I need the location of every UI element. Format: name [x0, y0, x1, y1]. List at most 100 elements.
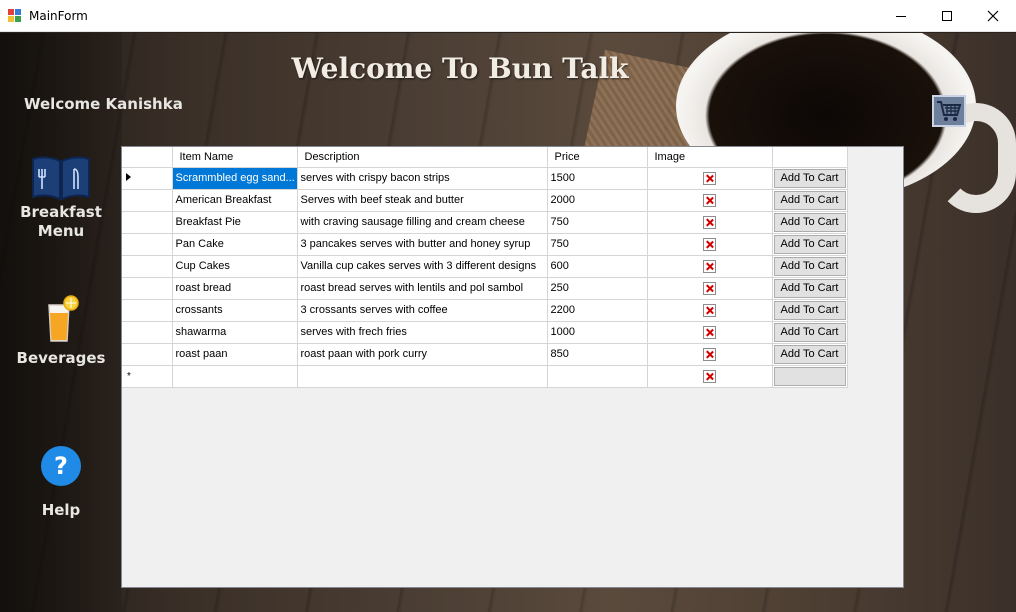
column-header-add-to-cart[interactable] [772, 147, 848, 168]
add-to-cart-button[interactable]: Add To Cart [773, 234, 846, 254]
cell-description[interactable]: serves with crispy bacon strips [297, 167, 548, 190]
cell-description[interactable]: 3 pancakes serves with butter and honey … [297, 233, 548, 256]
table-header-row: Item Name Description Price Image [122, 147, 848, 168]
cell-add-to-cart: Add To Cart [772, 255, 848, 278]
row-header[interactable] [122, 277, 173, 300]
cell-item-name[interactable]: Scrammbled egg sand... [172, 167, 298, 190]
cell-price[interactable]: 750 [547, 211, 648, 234]
cell-price[interactable]: 2000 [547, 189, 648, 212]
cell-image[interactable] [647, 211, 773, 234]
svg-text:?: ? [54, 452, 68, 480]
table-row[interactable]: crossants 3 crossants serves with coffee 2… [122, 299, 848, 322]
table-row[interactable]: roast bread roast bread serves with lenti… [122, 277, 848, 300]
cell-description[interactable]: 3 crossants serves with coffee [297, 299, 548, 322]
cell-add-to-cart: Add To Cart [772, 167, 848, 190]
cell-description[interactable]: Vanilla cup cakes serves with 3 differen… [297, 255, 548, 278]
row-header[interactable] [122, 255, 173, 278]
new-row[interactable]: * [122, 365, 848, 388]
cell-description[interactable]: with craving sausage filling and cream c… [297, 211, 548, 234]
add-to-cart-button[interactable]: Add To Cart [773, 344, 846, 364]
cell-description[interactable]: roast paan with pork curry [297, 343, 548, 366]
row-header[interactable] [122, 299, 173, 322]
cell-image[interactable] [647, 233, 773, 256]
add-to-cart-button[interactable]: Add To Cart [773, 256, 846, 276]
welcome-user-label: Welcome Kanishka [24, 95, 183, 113]
minimize-icon [896, 16, 906, 17]
cell-image[interactable] [647, 189, 773, 212]
close-button[interactable] [970, 0, 1016, 32]
cell-price[interactable]: 750 [547, 233, 648, 256]
minimize-button[interactable] [878, 0, 924, 32]
cart-button[interactable] [932, 95, 966, 127]
table-row[interactable]: Cup Cakes Vanilla cup cakes serves with 3… [122, 255, 848, 278]
maximize-button[interactable] [924, 0, 970, 32]
sidebar-item-beverages[interactable]: Beverages [0, 295, 122, 367]
cell-image[interactable] [647, 365, 773, 388]
row-header[interactable]: * [122, 365, 173, 388]
cell-image[interactable] [647, 299, 773, 322]
column-header-image[interactable]: Image [647, 147, 773, 168]
menu-data-grid[interactable]: Item Name Description Price Image Scramm… [121, 146, 904, 588]
add-to-cart-button[interactable]: Add To Cart [773, 212, 846, 232]
cell-description[interactable] [297, 365, 548, 388]
sidebar-item-breakfast-menu[interactable]: Breakfast Menu [0, 155, 122, 241]
add-to-cart-button[interactable]: Add To Cart [773, 278, 846, 298]
cell-image[interactable] [647, 321, 773, 344]
current-row-arrow-icon [126, 173, 131, 181]
cell-image[interactable] [647, 277, 773, 300]
cell-image[interactable] [647, 167, 773, 190]
column-header-description[interactable]: Description [297, 147, 548, 168]
cell-price[interactable]: 600 [547, 255, 648, 278]
table-row[interactable]: Breakfast Pie with craving sausage fillin… [122, 211, 848, 234]
cell-item-name[interactable] [172, 365, 298, 388]
close-icon [987, 10, 999, 22]
table-row[interactable]: Pan Cake 3 pancakes serves with butter an… [122, 233, 848, 256]
add-to-cart-button[interactable] [773, 366, 846, 386]
sidebar-item-help[interactable]: ? Help [0, 445, 122, 519]
table-row[interactable]: Scrammbled egg sand... serves with crispy… [122, 167, 848, 190]
cell-image[interactable] [647, 343, 773, 366]
cell-add-to-cart: Add To Cart [772, 343, 848, 366]
cell-item-name[interactable]: Pan Cake [172, 233, 298, 256]
add-to-cart-button[interactable]: Add To Cart [773, 322, 846, 342]
cell-item-name[interactable]: roast bread [172, 277, 298, 300]
welcome-title: Welcome To Bun Talk [291, 52, 629, 85]
cell-price[interactable]: 250 [547, 277, 648, 300]
table-row[interactable]: American Breakfast Serves with beef steak… [122, 189, 848, 212]
add-to-cart-button[interactable]: Add To Cart [773, 190, 846, 210]
cell-item-name[interactable]: Cup Cakes [172, 255, 298, 278]
column-header-price[interactable]: Price [547, 147, 648, 168]
add-to-cart-button[interactable]: Add To Cart [773, 168, 846, 188]
row-header[interactable] [122, 343, 173, 366]
broken-image-icon [703, 303, 716, 317]
cell-item-name[interactable]: shawarma [172, 321, 298, 344]
cell-image[interactable] [647, 255, 773, 278]
cell-price[interactable]: 1500 [547, 167, 648, 190]
cell-item-name[interactable]: roast paan [172, 343, 298, 366]
cell-description[interactable]: serves with frech fries [297, 321, 548, 344]
cell-add-to-cart: Add To Cart [772, 233, 848, 256]
cell-add-to-cart: Add To Cart [772, 321, 848, 344]
cell-description[interactable]: Serves with beef steak and butter [297, 189, 548, 212]
cell-item-name[interactable]: American Breakfast [172, 189, 298, 212]
cell-item-name[interactable]: crossants [172, 299, 298, 322]
sidebar-item-label: Help [41, 501, 81, 519]
add-to-cart-button[interactable]: Add To Cart [773, 300, 846, 320]
cell-price[interactable] [547, 365, 648, 388]
row-header[interactable] [122, 211, 173, 234]
table-row[interactable]: shawarma serves with frech fries 1000 Add T… [122, 321, 848, 344]
row-header[interactable] [122, 189, 173, 212]
row-header[interactable] [122, 321, 173, 344]
broken-image-icon [703, 215, 716, 229]
row-header[interactable] [122, 233, 173, 256]
cell-price[interactable]: 2200 [547, 299, 648, 322]
column-header-item-name[interactable]: Item Name [172, 147, 298, 168]
cell-item-name[interactable]: Breakfast Pie [172, 211, 298, 234]
broken-image-icon [703, 325, 716, 339]
cell-description[interactable]: roast bread serves with lentils and pol … [297, 277, 548, 300]
cell-price[interactable]: 850 [547, 343, 648, 366]
cell-add-to-cart: Add To Cart [772, 211, 848, 234]
table-row[interactable]: roast paan roast paan with pork curry 850 A… [122, 343, 848, 366]
row-header[interactable] [122, 167, 173, 190]
cell-price[interactable]: 1000 [547, 321, 648, 344]
